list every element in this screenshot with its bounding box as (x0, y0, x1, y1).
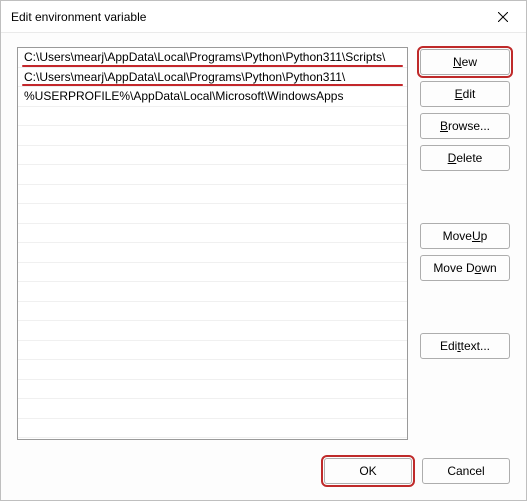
list-item (18, 107, 407, 127)
ok-button[interactable]: OK (324, 458, 412, 484)
cancel-button[interactable]: Cancel (422, 458, 510, 484)
close-icon (498, 12, 508, 22)
list-item (18, 282, 407, 302)
list-item (18, 243, 407, 263)
list-item (18, 185, 407, 205)
list-item[interactable]: C:\Users\mearj\AppData\Local\Programs\Py… (18, 48, 407, 68)
list-item (18, 165, 407, 185)
btn-text: Cancel (447, 464, 484, 478)
new-button[interactable]: New (420, 49, 510, 75)
btn-accel: B (440, 119, 448, 133)
side-button-column: New Edit Browse... Delete Move Up Move D… (420, 47, 510, 440)
btn-accel: N (453, 55, 462, 69)
list-item (18, 302, 407, 322)
btn-text: wn (481, 261, 496, 275)
dialog-title: Edit environment variable (11, 10, 146, 24)
footer-row: OK Cancel (17, 440, 510, 484)
btn-accel: E (455, 87, 463, 101)
dialog-window: Edit environment variable C:\Users\mearj… (0, 0, 527, 501)
btn-accel: D (448, 151, 457, 165)
spacer (420, 287, 510, 327)
delete-button[interactable]: Delete (420, 145, 510, 171)
btn-text: Edi (440, 339, 457, 353)
btn-text: rowse... (448, 119, 490, 133)
list-item (18, 380, 407, 400)
close-button[interactable] (480, 1, 526, 33)
main-row: C:\Users\mearj\AppData\Local\Programs\Py… (17, 47, 510, 440)
list-item (18, 146, 407, 166)
dialog-content: C:\Users\mearj\AppData\Local\Programs\Py… (1, 33, 526, 500)
move-down-button[interactable]: Move Down (420, 255, 510, 281)
list-item (18, 224, 407, 244)
btn-text: elete (456, 151, 482, 165)
btn-text: p (481, 229, 488, 243)
btn-text: text... (461, 339, 490, 353)
list-item (18, 341, 407, 361)
titlebar: Edit environment variable (1, 1, 526, 33)
btn-text: OK (359, 464, 376, 478)
move-up-button[interactable]: Move Up (420, 223, 510, 249)
list-item (18, 360, 407, 380)
list-item (18, 126, 407, 146)
browse-button[interactable]: Browse... (420, 113, 510, 139)
edit-button[interactable]: Edit (420, 81, 510, 107)
edit-text-button[interactable]: Edit text... (420, 333, 510, 359)
list-item (18, 263, 407, 283)
path-list[interactable]: C:\Users\mearj\AppData\Local\Programs\Py… (17, 47, 408, 440)
list-item (18, 321, 407, 341)
list-item (18, 419, 407, 439)
spacer (420, 177, 510, 217)
btn-text: Move (443, 229, 472, 243)
btn-text: ew (462, 55, 477, 69)
btn-text: Move D (433, 261, 474, 275)
btn-accel: U (472, 229, 481, 243)
list-item[interactable]: %USERPROFILE%\AppData\Local\Microsoft\Wi… (18, 87, 407, 107)
list-item (18, 399, 407, 419)
list-item (18, 204, 407, 224)
btn-text: dit (463, 87, 476, 101)
list-item[interactable]: C:\Users\mearj\AppData\Local\Programs\Py… (18, 68, 407, 88)
